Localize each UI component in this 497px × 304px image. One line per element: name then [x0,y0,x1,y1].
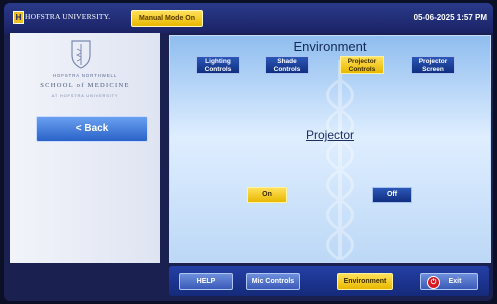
date-time: 05-06-2025 1:57 PM [413,13,487,22]
projector-on-button[interactable]: On [247,187,287,203]
help-button[interactable]: HELP [179,273,233,290]
section-title: Projector [305,128,355,142]
top-bar: H HOFSTRA UNIVERSITY. Manual Mode On 05-… [4,3,493,33]
school-name-line2: SCHOOL of MEDICINE [40,82,130,89]
tab-label-line1: Projector [347,58,377,65]
tab-label-line1: Projector [418,58,448,65]
back-button[interactable]: < Back [36,116,148,142]
tab-projector-controls[interactable]: Projector Controls [340,56,384,74]
tab-lighting-controls[interactable]: Lighting Controls [196,56,240,74]
mic-controls-button[interactable]: Mic Controls [246,273,300,290]
manual-mode-button[interactable]: Manual Mode On [131,10,203,27]
caduceus-watermark-icon [326,60,354,260]
environment-button[interactable]: Environment [337,273,393,290]
tab-label-line1: Shade [277,58,297,65]
left-panel: HOFSTRA NORTHWELL SCHOOL of MEDICINE AT … [10,33,160,263]
school-shield-icon [71,40,91,69]
university-name: HOFSTRA UNIVERSITY. [25,12,111,21]
projector-off-button[interactable]: Off [372,187,412,203]
tab-label-line2: Screen [422,66,444,73]
tab-shade-controls[interactable]: Shade Controls [265,56,309,74]
school-name-line3: AT HOFSTRA UNIVERSITY [51,93,119,98]
hofstra-logo-icon: H [13,11,24,24]
touch-panel-screen: H HOFSTRA UNIVERSITY. Manual Mode On 05-… [4,3,493,301]
exit-label: Exit [448,278,462,285]
page-title: Environment [293,39,367,54]
environment-panel: Environment Lighting Controls Shade Cont… [169,35,491,263]
tab-label-line2: Controls [204,66,232,73]
school-name-line1: HOFSTRA NORTHWELL [52,73,118,78]
exit-button[interactable]: ⏻ Exit [420,273,478,290]
tab-projector-screen[interactable]: Projector Screen [411,56,455,74]
power-icon: ⏻ [427,276,440,289]
tab-label-line2: Controls [348,66,376,73]
tab-label-line1: Lighting [205,58,231,65]
bottom-bar: HELP Mic Controls Environment ⏻ Exit [169,266,489,296]
tab-label-line2: Controls [273,66,301,73]
